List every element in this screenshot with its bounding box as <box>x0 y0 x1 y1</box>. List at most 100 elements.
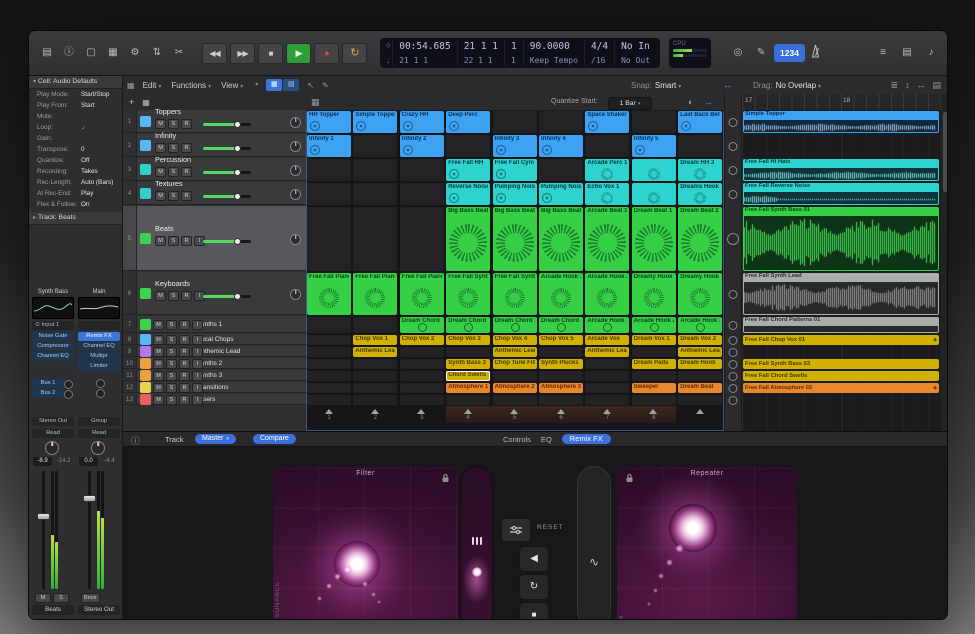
lcd-field[interactable]: 21 1 122 1 1 <box>457 40 504 66</box>
strip-m-button[interactable]: M <box>35 593 51 603</box>
pan-knob[interactable] <box>290 234 301 245</box>
tab-remix-fx[interactable]: Remix FX <box>562 434 611 444</box>
inspector-row[interactable]: Mute: <box>29 111 122 122</box>
browsers-icon[interactable]: ▤ <box>897 44 917 62</box>
loop-cell[interactable]: Pumping Noise <box>493 183 537 205</box>
remix-fx-settings-button[interactable] <box>501 518 531 542</box>
track-m-button[interactable]: M <box>153 359 164 369</box>
loop-cell[interactable]: Free Fall Piano <box>400 273 444 315</box>
loop-cell[interactable]: Space Shakers <box>585 111 629 133</box>
track-s-button[interactable]: S <box>166 347 177 357</box>
grid-cell-slot[interactable] <box>678 395 722 405</box>
stop-fx-button[interactable]: ■ <box>519 602 549 620</box>
insert-slot[interactable]: Channel EQ <box>32 352 74 361</box>
track-r-button[interactable]: R <box>181 119 192 129</box>
grid-cell-slot[interactable] <box>585 383 629 393</box>
loop-cell[interactable]: Big Bass Beat 1 <box>446 207 490 271</box>
grid-cell-slot[interactable] <box>539 111 583 133</box>
view-menu[interactable]: View <box>221 81 243 90</box>
volume-slider[interactable] <box>203 295 251 298</box>
volume-slider[interactable] <box>203 195 251 198</box>
loop-cell[interactable]: Dream Beat <box>678 383 722 393</box>
cycle-button[interactable]: ↻ <box>342 43 367 64</box>
new-track-types-button[interactable]: ▦ <box>142 98 150 107</box>
grid-cell-slot[interactable] <box>493 395 537 405</box>
grid-cell-slot[interactable] <box>446 347 490 357</box>
loop-cell[interactable]: Arcade Hook 3 <box>678 317 722 333</box>
grid-cell-slot[interactable] <box>400 347 444 357</box>
tools-icon[interactable]: ✂ <box>169 44 189 62</box>
loop-cell[interactable]: HH Topper <box>307 111 351 133</box>
loop-cell[interactable]: Echo Vox 1 <box>585 183 629 205</box>
inspector-row[interactable]: Recording:Takes <box>29 166 122 177</box>
grid-cell-slot[interactable] <box>585 395 629 405</box>
pan-knob[interactable] <box>91 441 105 455</box>
track-header[interactable]: 8Vocal ChopsMSRI <box>123 334 306 345</box>
track-header[interactable]: 6KeyboardsMSRI <box>123 272 306 315</box>
zoom-presets-icon[interactable]: ▤ <box>932 80 941 91</box>
vertical-zoom-icon[interactable]: ↕ <box>905 80 910 90</box>
strip-setting-label[interactable]: Synth Bass <box>31 289 75 295</box>
loop-cell[interactable]: Dream Hook <box>678 359 722 369</box>
tab-controls[interactable]: Controls <box>503 435 531 444</box>
send-knob[interactable] <box>96 389 105 398</box>
arrange-region[interactable]: Free Fall Chord Patterns 01 <box>743 317 939 333</box>
scene-trigger-button[interactable] <box>464 409 472 414</box>
pan-knob[interactable] <box>290 165 301 176</box>
loop-cell[interactable]: Free Fall Synth <box>446 273 490 315</box>
cycle-region-icon[interactable]: ▦ <box>127 81 135 90</box>
add-track-button[interactable]: + <box>129 97 134 107</box>
loop-cell[interactable]: Infinity 3 <box>493 135 537 157</box>
loop-cell[interactable]: Arcade Perc 1 <box>585 159 629 181</box>
loop-cell[interactable]: Anthemic Lead <box>585 347 629 357</box>
grid-cell-slot[interactable] <box>307 317 351 333</box>
grid-cell-slot[interactable] <box>307 395 351 405</box>
grid-cell-slot[interactable] <box>307 359 351 369</box>
loop-cell[interactable] <box>632 183 676 205</box>
loop-cell[interactable]: Chord Swells 1 <box>446 371 490 381</box>
arrange-region[interactable]: Free Fall Atmosphere 02◆ <box>743 383 939 393</box>
grid-cell-slot[interactable] <box>400 383 444 393</box>
track-r-button[interactable]: R <box>179 359 190 369</box>
track-m-button[interactable]: M <box>153 395 164 405</box>
send-slot[interactable]: Bus 2 <box>32 389 64 398</box>
grid-cell-slot[interactable] <box>353 383 397 393</box>
grid-cell-slot[interactable] <box>493 371 537 381</box>
track-r-button[interactable]: R <box>179 383 190 393</box>
loop-cell[interactable]: Dreamy Hook 1 <box>632 273 676 315</box>
track-header[interactable]: 9Anthemic LeadMSRI <box>123 346 306 357</box>
strip-bnce-button[interactable]: Bnce <box>81 593 100 603</box>
inspector-row[interactable]: Transpose:0 <box>29 144 122 155</box>
track-s-button[interactable]: S <box>166 359 177 369</box>
loop-cell[interactable]: Infinity 2 <box>400 135 444 157</box>
track-s-button[interactable]: S <box>168 119 179 129</box>
loop-cell[interactable]: Simple Topper <box>353 111 397 133</box>
track-i-button[interactable]: I <box>192 359 203 369</box>
arrange-region[interactable]: Free Fall Chord Swells <box>743 371 939 381</box>
grid-cell-slot[interactable] <box>353 317 397 333</box>
loop-cell[interactable]: Dream Vox 1 <box>632 335 676 345</box>
automation-slot[interactable]: Read <box>32 429 74 438</box>
scene-trigger-button[interactable] <box>325 409 333 414</box>
grid-cell-slot[interactable] <box>632 111 676 133</box>
loop-cell[interactable]: Chop Vox 1 <box>353 335 397 345</box>
scrollbar-thumb[interactable] <box>943 112 948 192</box>
volume-slider[interactable] <box>203 123 251 126</box>
strip-setting-label[interactable]: Main <box>77 289 121 295</box>
loop-cell[interactable]: Arcade Hook 2 <box>632 317 676 333</box>
grid-settings-icon[interactable]: ▦ <box>311 97 320 108</box>
grid-cell-slot[interactable] <box>353 159 397 181</box>
volume-knob[interactable] <box>234 193 241 200</box>
track-m-button[interactable]: M <box>153 383 164 393</box>
loop-cell[interactable]: Chop Vox 5 <box>539 335 583 345</box>
waveform-zoom-icon[interactable]: ≣ <box>890 80 898 91</box>
volume-slider[interactable] <box>203 240 251 243</box>
loop-cell[interactable]: Arcade Hook 1 <box>585 317 629 333</box>
input-slot[interactable]: ⊙ Input 1 <box>32 321 74 330</box>
track-s-button[interactable]: S <box>168 143 179 153</box>
lcd-field[interactable]: 90.0000Keep Tempo <box>523 40 584 66</box>
count-in-button[interactable]: 1234 <box>774 44 805 62</box>
loop-cell[interactable]: Dream Chord 2 <box>446 317 490 333</box>
grid-cell-slot[interactable] <box>400 159 444 181</box>
output-slot[interactable]: Group <box>78 417 120 426</box>
